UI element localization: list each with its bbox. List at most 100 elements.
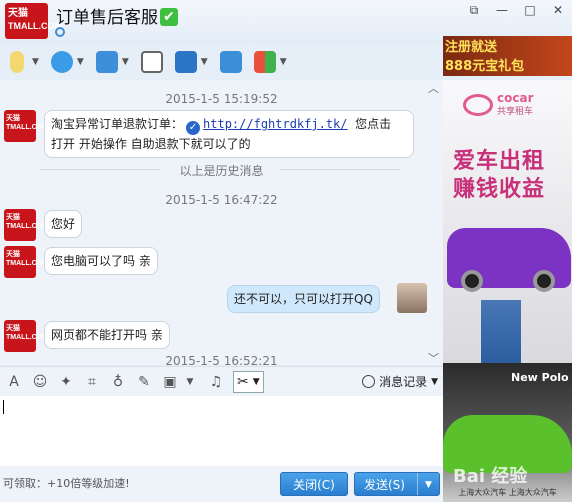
minimize-icon[interactable]: —: [494, 3, 510, 17]
car-wheel: [461, 270, 483, 292]
window-controls: ⧉ — □ ✕: [466, 3, 566, 17]
image-icon[interactable]: ▣: [161, 373, 179, 391]
ad-car-brand: New Polo: [511, 371, 569, 384]
avatar-text-en: TMALL.COM: [8, 21, 62, 31]
my-avatar[interactable]: [397, 283, 427, 313]
maximize-icon[interactable]: □: [522, 3, 538, 17]
chat-toolbar: ▼ ▼ ▼ ▼ ▼: [0, 44, 443, 80]
ad-headline-line2: 赚钱收益: [453, 177, 546, 202]
message-link[interactable]: http://fghtrdkfj.tk/: [203, 117, 348, 131]
close-button[interactable]: 关闭(C): [280, 472, 348, 496]
level-boost-hint[interactable]: 可领取：+10倍等级加速!: [3, 475, 130, 491]
message-text: 您点击: [355, 117, 392, 131]
verified-check-icon: ✔: [160, 8, 178, 26]
message-text: 淘宝异常订单退款订单：: [51, 117, 184, 131]
person-image: [481, 300, 521, 363]
bottom-bar: 可领取：+10倍等级加速! 关闭(C) 发送(S) ▼: [0, 466, 443, 502]
scissors-icon: ✂: [237, 373, 249, 390]
message-bubble: 您电脑可以了吗 亲: [44, 247, 158, 275]
apps-button[interactable]: ▼: [253, 51, 287, 73]
magic-icon[interactable]: ✦: [57, 373, 75, 391]
add-chat-icon: [140, 51, 163, 73]
ad-cocar[interactable]: cocar 共享租车 爱车出租 赚钱收益: [443, 80, 572, 363]
voice-icon[interactable]: ♁: [109, 373, 127, 391]
input-toolbar: A ☺ ✦ ⌗ ♁ ✎ ▣ ▼ ♫ ✂ ▼ 消息记录 ▼: [0, 366, 443, 396]
send-button[interactable]: 发送(S) ▼: [354, 472, 440, 496]
chevron-down-icon[interactable]: ▼: [32, 57, 39, 67]
message-input[interactable]: [0, 396, 443, 466]
close-icon[interactable]: ✕: [550, 3, 566, 17]
webcam-button[interactable]: ▼: [50, 51, 84, 73]
screen-share-button[interactable]: ▼: [174, 51, 208, 73]
avatar[interactable]: 天猫 TMALL.COM: [4, 110, 48, 142]
message-text: 您电脑可以了吗 亲: [51, 254, 151, 268]
message-text: 网页都不能打开吗 亲: [51, 328, 163, 342]
chevron-down-icon[interactable]: ▼: [201, 57, 208, 67]
message-bubble: 网页都不能打开吗 亲: [44, 321, 170, 349]
chat-history[interactable]: ︿ 2015-1-5 15:19:52 天猫 TMALL.COM 淘宝异常订单退款…: [0, 80, 443, 365]
chevron-down-icon: ▼: [252, 376, 260, 387]
ad-banner-line2: 888元宝礼包: [445, 59, 525, 74]
avatar-text-cn: 天猫: [8, 8, 28, 19]
history-divider-label: 以上是历史消息: [179, 164, 264, 178]
ad-car-footer: 上海大众汽车 上海大众汽车: [458, 488, 557, 497]
message-bubble: 您好: [44, 210, 83, 238]
screen-share-icon: [174, 51, 197, 73]
file-transfer-icon: [95, 51, 118, 73]
my-message-bubble: 还不可以，只可以打开QQ: [227, 285, 380, 313]
qq-status-icon[interactable]: [55, 27, 65, 37]
screenshot-icon[interactable]: ⌗: [83, 373, 101, 391]
music-icon[interactable]: ♫: [207, 373, 225, 391]
file-transfer-button[interactable]: ▼: [95, 51, 129, 73]
avatar[interactable]: 天猫 TMALL.COM: [4, 246, 48, 278]
chevron-down-icon[interactable]: ▼: [280, 57, 287, 67]
chevron-down-icon[interactable]: ▼: [77, 57, 84, 67]
window-title: 订单售后客服 ✔: [56, 3, 178, 28]
clock-icon: [362, 375, 376, 388]
scroll-down-icon[interactable]: ﹀: [428, 350, 439, 365]
add-chat-button[interactable]: [140, 51, 163, 73]
cocar-logo-icon: [463, 93, 493, 116]
remote-assist-button[interactable]: [219, 51, 242, 73]
watermark: Bai 经验: [453, 466, 528, 487]
car-wheel: [533, 270, 555, 292]
screenshot-cut-button[interactable]: ✂ ▼: [233, 370, 264, 393]
send-label: 发送(S): [364, 478, 405, 492]
edit-icon[interactable]: ✎: [135, 373, 153, 391]
webcam-icon: [50, 51, 73, 73]
contact-avatar[interactable]: 天猫 TMALL.COM: [5, 3, 62, 39]
message-text: 打开 开始操作 自助退款下就可以了的: [51, 137, 251, 151]
avatar[interactable]: 天猫 TMALL.COM: [4, 320, 48, 352]
ad-banner-top[interactable]: 注册就送 888元宝礼包: [443, 36, 572, 76]
remote-assist-icon: [219, 51, 242, 73]
message-text: 您好: [51, 217, 76, 231]
restore-icon[interactable]: ⧉: [466, 3, 482, 17]
ad-banner-line1: 注册就送: [445, 40, 498, 55]
timestamp: 2015-1-5 16:47:22: [165, 193, 278, 207]
shield-icon: ✓: [186, 121, 201, 135]
chevron-down-icon[interactable]: ▼: [181, 373, 199, 391]
message-text: 还不可以，只可以打开QQ: [234, 292, 373, 306]
microphone-icon: [10, 51, 24, 73]
emoji-icon[interactable]: ☺: [31, 373, 49, 391]
ad-polo[interactable]: New Polo Bai 经验 上海大众汽车 上海大众汽车: [443, 363, 572, 502]
text-caret: [3, 400, 4, 414]
cocar-subtitle: 共享租车: [497, 107, 534, 117]
microphone-button[interactable]: ▼: [6, 51, 39, 73]
ad-headline-line1: 爱车出租: [453, 149, 546, 174]
cocar-logo: cocar 共享租车: [463, 92, 534, 117]
cocar-name: cocar: [497, 91, 534, 105]
font-icon[interactable]: A: [5, 373, 23, 391]
message-bubble: 淘宝异常订单退款订单： ✓ http://fghtrdkfj.tk/ 您点击 打开 …: [44, 110, 414, 158]
chevron-down-icon: ▼: [431, 376, 438, 387]
chevron-down-icon[interactable]: ▼: [122, 57, 129, 67]
apps-grid-icon: [253, 51, 276, 73]
window-title-text: 订单售后客服: [56, 8, 158, 28]
timestamp: 2015-1-5 15:19:52: [165, 92, 278, 106]
timestamp: 2015-1-5 16:52:21: [165, 354, 278, 365]
avatar[interactable]: 天猫 TMALL.COM: [4, 209, 48, 241]
message-history-button[interactable]: 消息记录 ▼: [362, 373, 438, 390]
ad-headline: 爱车出租 赚钱收益: [453, 148, 545, 204]
history-label: 消息记录: [379, 375, 428, 389]
chevron-down-icon[interactable]: ▼: [417, 473, 439, 495]
